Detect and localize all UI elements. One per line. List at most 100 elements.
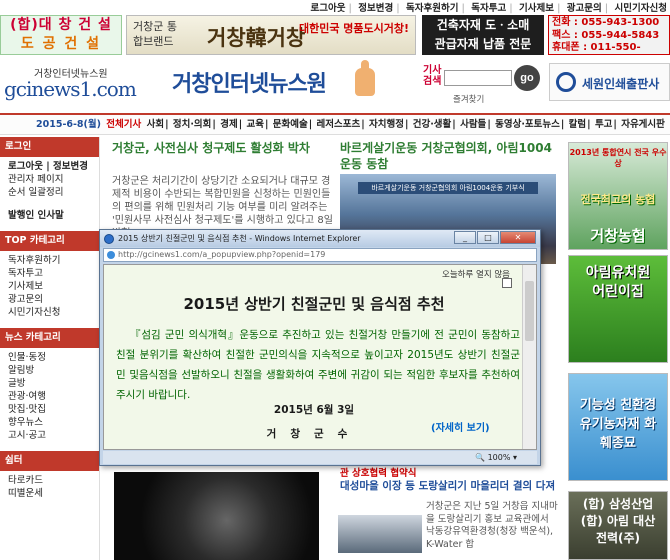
ad-line: 전국최고의 농협 (580, 193, 656, 206)
cat-people[interactable]: 사람들 (459, 119, 487, 130)
materials-ad-banner[interactable]: 건축자재 도ㆍ소매 관급자재 납품 전문 (422, 15, 544, 55)
search-label: 기사검색 (423, 65, 442, 87)
sidebar-item-greeting[interactable]: 발행인 인사말 (8, 209, 99, 222)
shelter-section: 타로카드 띠별운세 (0, 471, 99, 503)
sidebar-item-reader-post[interactable]: 독자투고 (8, 267, 99, 280)
ad-line: 대한민국 명품도시거창! (298, 22, 409, 35)
popup-title: 2015 상반기 친절군민 및 음식점 추천 - Windows Interne… (118, 234, 361, 243)
ad-phone: 전화 : 055-943-1300 (552, 17, 660, 28)
category-bar: 2015-6-8(월) 전체기사 사회| 정치·의회| 경제| 교육| 문화예술… (0, 113, 670, 135)
ad-line: 아림유치원 어린이집 (585, 265, 651, 300)
sidebar-item-notice[interactable]: 알림방 (8, 364, 99, 377)
ad-line: 거창농협 (590, 227, 646, 245)
ad-line: 건축자재 도ㆍ소매 (436, 18, 530, 32)
nonghyup-ad[interactable]: 2013년 통합연시 전국 우수상 전국최고의 농협 거창농협 (568, 142, 668, 250)
ad-mobile: 휴대폰 : 011-550-0608 (552, 42, 641, 53)
sidebar-item-support[interactable]: 독자후원하기 (8, 254, 99, 267)
top-nav-reader-post[interactable]: 독자투고 (468, 0, 509, 14)
cat-contribution[interactable]: 투고 (594, 119, 613, 130)
news-category-section: 인물·동정 알림방 글방 관광·여행 맛집·맛집 향우뉴스 고시·공고 (0, 348, 99, 445)
top-nav-tip[interactable]: 기사제보 (516, 0, 557, 14)
minimize-button[interactable]: _ (454, 231, 476, 244)
maximize-button[interactable]: □ (477, 231, 499, 244)
top-nav-separator: | (461, 3, 465, 14)
sidebar-item-admin[interactable]: 관리자 페이지 (8, 173, 99, 186)
site-logo[interactable]: 거창인터넷뉴스원 gcinews1.com (0, 63, 137, 107)
ad-line: 관급자재 납품 전문 (434, 37, 532, 51)
print-shop-name: 세원인쇄출판사 (582, 77, 660, 91)
construction-ad-banner[interactable]: (합)대 창 건 설 도 공 건 설 (0, 15, 122, 55)
shelter-title: 쉼터 (0, 451, 99, 471)
popup-body: 『섬김 군민 의식개혁』운동으로 추진하고 있는 친절거창 만들기에 전 군민이… (116, 329, 520, 401)
cat-video-photo[interactable]: 동영상·포토뉴스 (494, 119, 561, 130)
login-section: 로그아웃 | 정보변경 관리자 페이지 순서 일괄정리 발행인 인사말 (0, 157, 99, 225)
popup-date: 2015년 6월 3일 (273, 404, 355, 416)
brand-logo: 거창韓거창 (207, 25, 306, 50)
search-button[interactable]: go (514, 65, 540, 91)
article-photo[interactable] (338, 515, 422, 553)
ad-line: (합)대 창 건 설 (10, 17, 112, 33)
cat-politics[interactable]: 정치·의회 (172, 119, 213, 130)
sidebar-item-citizen-reporter[interactable]: 시민기자신청 (8, 306, 99, 319)
scrollbar-thumb[interactable] (525, 281, 534, 341)
address-bar[interactable]: http://gcinews1.com/a_popupview.php?open… (103, 248, 537, 262)
cat-free-board[interactable]: 자유게시판 (620, 119, 666, 130)
close-button[interactable]: ✕ (500, 231, 536, 244)
sidebar-item-tip[interactable]: 기사제보 (8, 280, 99, 293)
sidebar-item-hometown[interactable]: 향우뉴스 (8, 416, 99, 429)
sidebar-item-tarot[interactable]: 타로카드 (8, 474, 99, 487)
top-category-section: 독자후원하기 독자투고 기사제보 광고문의 시민기자신청 (0, 251, 99, 322)
ad-fax: 팩스 : 055-944-5843 (552, 29, 660, 41)
cat-education[interactable]: 교육 (245, 119, 264, 130)
logo-domain: gcinews1.com (4, 77, 137, 101)
print-shop-ad[interactable]: 세원인쇄출판사 (549, 63, 670, 101)
top-utility-nav: 로그아웃 | 정보변경 | 독자후원하기 | 독자투고 | 기사제보 | 광고문의 | 시민… (0, 0, 670, 14)
top-nav-edit-info[interactable]: 정보변경 (355, 0, 396, 14)
dont-show-today-checkbox[interactable] (502, 278, 512, 288)
sidebar-item-people[interactable]: 인물·동정 (8, 351, 99, 364)
popup-title-bar[interactable]: 2015 상반기 친절군민 및 음식점 추천 - Windows Interne… (100, 230, 540, 247)
article-headline[interactable]: 대성마을 이장 등 도랑살리기 마을리더 결의 다져 (340, 480, 560, 493)
zoom-level[interactable]: 100% (488, 453, 511, 462)
top-category-title: TOP 카테고리 (0, 231, 99, 251)
bookmark-link[interactable]: 즐겨찾기 (453, 93, 484, 105)
samsung-industry-ad[interactable]: (합) 삼성산업 (합) 아림 대산전력(주) (568, 491, 668, 560)
cat-sports[interactable]: 레저스포츠 (315, 119, 361, 130)
top-nav-support[interactable]: 독자후원하기 (403, 0, 461, 14)
sidebar-item-restaurant[interactable]: 맛집·맛집 (8, 403, 99, 416)
brand-ad-banner[interactable]: 거창군 통합브랜드 거창韓거창 대한민국 명품도시거창! (126, 15, 416, 55)
ie-icon (104, 234, 114, 244)
cat-all-articles[interactable]: 전체기사 (105, 119, 142, 130)
popup-scrollbar[interactable] (522, 265, 536, 449)
phone-ad-banner[interactable]: 전화 : 055-943-1300 팩스 : 055-944-5843 휴대폰 … (548, 15, 670, 55)
cat-society[interactable]: 사회 (146, 119, 165, 130)
popup-more-link[interactable]: (자세히 보기) (431, 419, 490, 434)
sidebar-item-logout-edit[interactable]: 로그아웃 | 정보변경 (8, 160, 99, 173)
top-nav-citizen-reporter[interactable]: 시민기자신청 (612, 0, 670, 14)
cat-economy[interactable]: 경제 (219, 119, 238, 130)
sidebar-item-reorder[interactable]: 순서 일괄정리 (8, 186, 99, 199)
kindergarten-ad[interactable]: 아림유치원 어린이집 (568, 255, 668, 363)
watch-ad-image[interactable] (114, 472, 319, 560)
cat-column[interactable]: 칼럼 (568, 119, 587, 130)
article-headline[interactable]: 거창군, 사전심사 청구제도 활성화 박차 (112, 140, 337, 156)
sidebar-item-writing[interactable]: 글방 (8, 377, 99, 390)
sidebar-item-zodiac[interactable]: 띠별운세 (8, 487, 99, 500)
top-nav-separator: | (348, 3, 352, 14)
cat-health[interactable]: 건강·생활 (412, 119, 453, 130)
top-nav-ad-inquiry[interactable]: 광고문의 (564, 0, 605, 14)
sidebar-item-travel[interactable]: 관광·여행 (8, 390, 99, 403)
top-nav-separator: | (556, 3, 561, 14)
article-headline[interactable]: 관 상호협력 협약식 (340, 467, 560, 480)
ad-line: 거창군 통합브랜드 (133, 20, 177, 48)
cat-admin[interactable]: 자치행정 (368, 119, 405, 130)
popup-window[interactable]: 2015 상반기 친절군민 및 음식점 추천 - Windows Interne… (99, 229, 541, 466)
article-headline[interactable]: 바르게살기운동 거창군협의회, 아림1004 운동 동참 (340, 140, 560, 172)
sidebar-item-public-notice[interactable]: 고시·공고 (8, 429, 99, 442)
cat-culture[interactable]: 문화예술 (272, 119, 309, 130)
top-nav-logout[interactable]: 로그아웃 (307, 0, 348, 14)
chevron-down-icon[interactable]: ▾ (513, 453, 517, 462)
search-input[interactable] (444, 70, 512, 86)
sidebar-item-ad-inquiry[interactable]: 광고문의 (8, 293, 99, 306)
organic-material-ad[interactable]: 기능성 친환경 유기농자재 화훼종묘 (568, 373, 668, 481)
